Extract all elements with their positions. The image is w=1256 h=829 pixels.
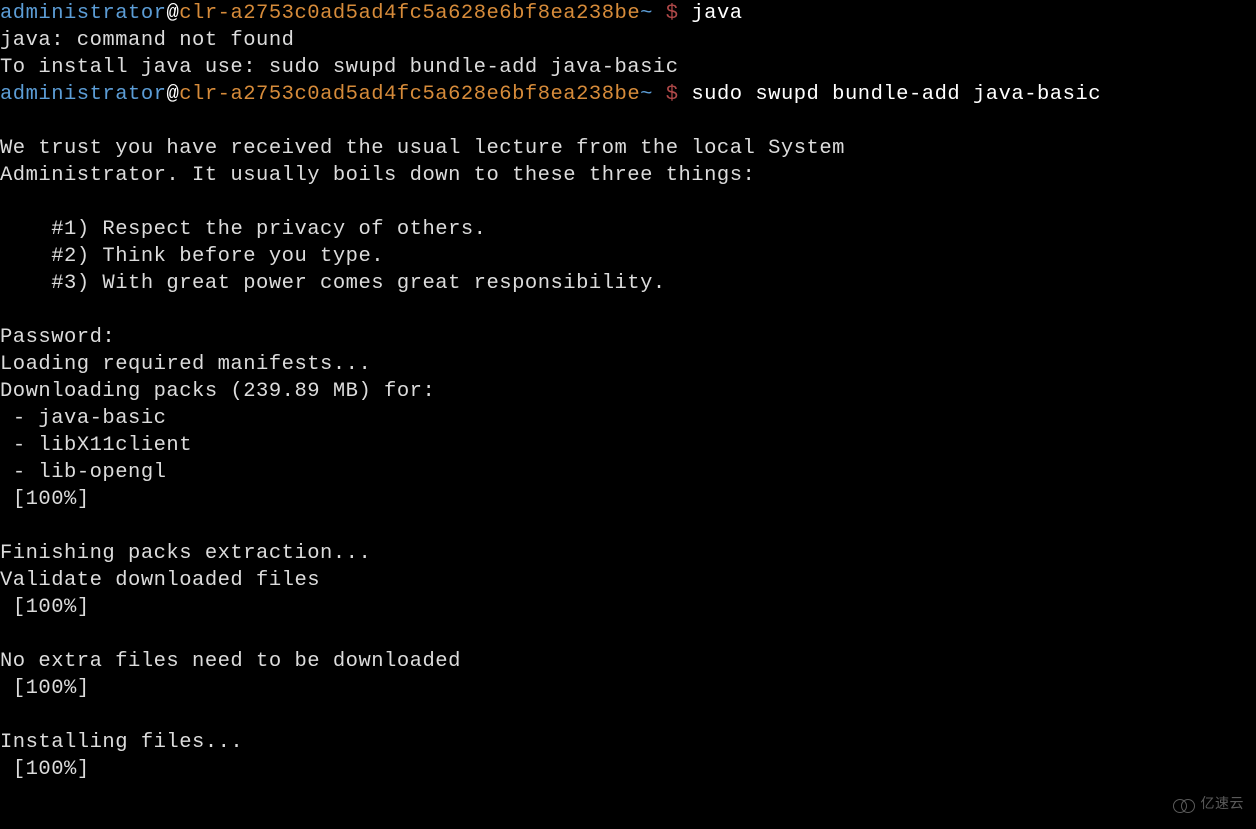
output-line: [100%] [0, 758, 90, 781]
output-line: java: command not found [0, 29, 294, 52]
prompt-command: java [691, 2, 742, 25]
output-line: Finishing packs extraction... [0, 542, 371, 565]
output-line: [100%] [0, 596, 90, 619]
terminal-output[interactable]: administrator@clr-a2753c0ad5ad4fc5a628e6… [0, 0, 1256, 783]
prompt-dollar: $ [653, 83, 691, 106]
prompt-tilde: ~ [640, 83, 653, 106]
output-line: Downloading packs (239.89 MB) for: [0, 380, 435, 403]
output-line: No extra files need to be downloaded [0, 650, 461, 673]
prompt-command: sudo swupd bundle-add java-basic [691, 83, 1101, 106]
output-line: Administrator. It usually boils down to … [0, 164, 755, 187]
output-line: [100%] [0, 677, 90, 700]
output-line: #1) Respect the privacy of others. [0, 218, 487, 241]
prompt-dollar: $ [653, 2, 691, 25]
output-line: - java-basic [0, 407, 166, 430]
output-line: #3) With great power comes great respons… [0, 272, 666, 295]
output-line: Installing files... [0, 731, 243, 754]
watermark-icon [1173, 799, 1197, 813]
prompt-tilde: ~ [640, 2, 653, 25]
prompt-user: administrator [0, 2, 166, 25]
prompt-host: clr-a2753c0ad5ad4fc5a628e6bf8ea238be [179, 83, 640, 106]
output-line: Validate downloaded files [0, 569, 320, 592]
prompt-at: @ [166, 2, 179, 25]
watermark-text: 亿速云 [1201, 792, 1245, 819]
watermark: 亿速云 [1173, 792, 1245, 819]
output-line: - libX11client [0, 434, 192, 457]
output-line: #2) Think before you type. [0, 245, 384, 268]
prompt-host: clr-a2753c0ad5ad4fc5a628e6bf8ea238be [179, 2, 640, 25]
output-line: Loading required manifests... [0, 353, 371, 376]
output-line: [100%] [0, 488, 90, 511]
output-line: To install java use: sudo swupd bundle-a… [0, 56, 679, 79]
output-line: We trust you have received the usual lec… [0, 137, 845, 160]
output-line: - lib-opengl [0, 461, 166, 484]
output-line: Password: [0, 326, 115, 349]
prompt-at: @ [166, 83, 179, 106]
prompt-user: administrator [0, 83, 166, 106]
